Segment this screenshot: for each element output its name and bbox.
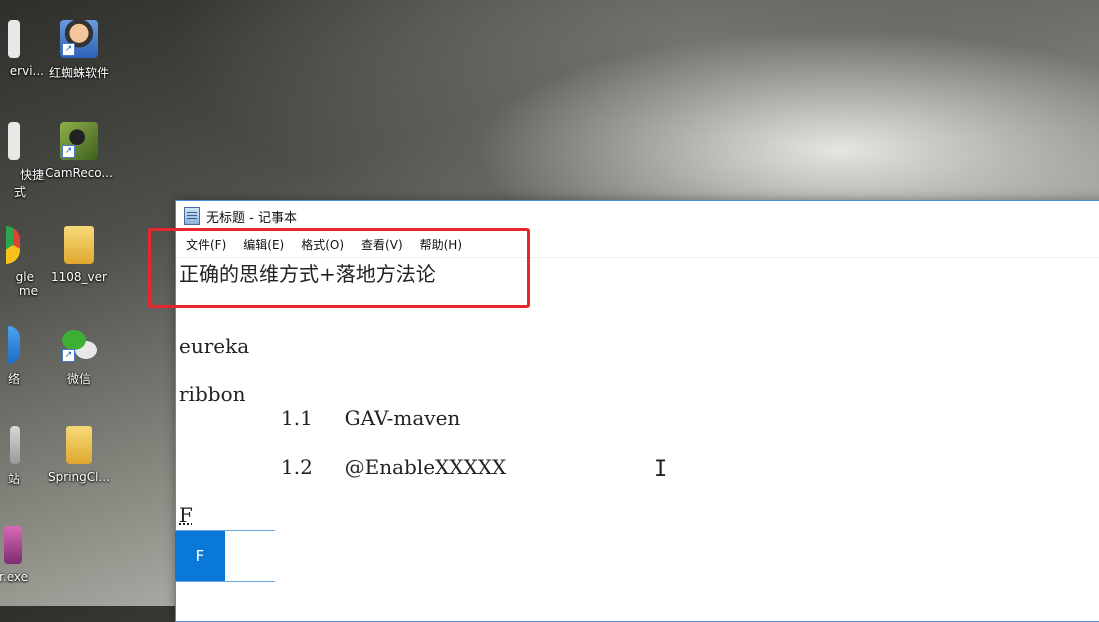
text-editor[interactable]: 正确的思维方式+落地方法论 eureka ribbon 1.1 GAV-mave… bbox=[179, 257, 1099, 621]
camera-recorder-icon: ↗ bbox=[60, 122, 98, 160]
shortcut-arrow-icon: ↗ bbox=[62, 145, 75, 158]
desktop-icon-label: 1108_ver bbox=[51, 270, 107, 284]
recycle-bin-icon bbox=[10, 426, 20, 464]
desktop-icon-1108-ver[interactable]: 1108_ver bbox=[40, 226, 118, 284]
desktop-icon-label: 红蜘蛛软件 bbox=[48, 66, 109, 80]
chrome-icon bbox=[6, 226, 20, 264]
text-cursor-icon: I bbox=[654, 457, 668, 482]
text-line: ribbon bbox=[179, 382, 246, 406]
shortcut-arrow-icon: ↗ bbox=[62, 43, 75, 56]
shortcut-icon bbox=[8, 122, 20, 160]
desktop-icon-camrecorder[interactable]: ↗ CamReco... bbox=[40, 122, 118, 180]
folder-icon bbox=[66, 426, 92, 464]
ime-candidate-item[interactable]: F bbox=[175, 531, 225, 581]
desktop-icon-label: CamReco... bbox=[45, 166, 113, 180]
desktop-icon-exe[interactable]: r.exe bbox=[0, 526, 48, 584]
text-line: 1.2 @EnableXXXXX bbox=[281, 455, 507, 479]
ime-candidate-box[interactable]: F bbox=[175, 530, 275, 582]
exe-icon bbox=[4, 526, 22, 564]
wechat-icon: ↗ bbox=[60, 326, 98, 364]
title-bar[interactable]: 无标题 - 记事本 bbox=[176, 201, 1099, 231]
desktop-icon-springcloud[interactable]: SpringCl... bbox=[40, 426, 118, 484]
app-icon bbox=[8, 20, 20, 58]
network-icon bbox=[8, 326, 20, 364]
notepad-icon bbox=[184, 207, 200, 225]
shortcut-arrow-icon: ↗ bbox=[62, 349, 75, 362]
window-title: 无标题 - 记事本 bbox=[206, 210, 297, 226]
text-line: eureka bbox=[179, 334, 250, 358]
folder-icon bbox=[64, 226, 94, 264]
text-line: F bbox=[179, 503, 193, 527]
desktop-icon-red-spider[interactable]: ↗ 红蜘蛛软件 bbox=[40, 20, 118, 81]
annotation-highlight-box bbox=[148, 228, 530, 308]
desktop-icon-label: SpringCl... bbox=[48, 470, 110, 484]
desktop-icon-label: r.exe bbox=[0, 570, 28, 584]
desktop-icon-wechat[interactable]: ↗ 微信 bbox=[40, 326, 118, 387]
desktop-icon-label-line2: me bbox=[18, 284, 38, 298]
text-line: 1.1 GAV-maven bbox=[281, 406, 461, 430]
desktop-icon-label-line2: 式 bbox=[13, 185, 26, 199]
desktop-icon-label: 微信 bbox=[66, 372, 91, 386]
red-spider-icon: ↗ bbox=[60, 20, 98, 58]
